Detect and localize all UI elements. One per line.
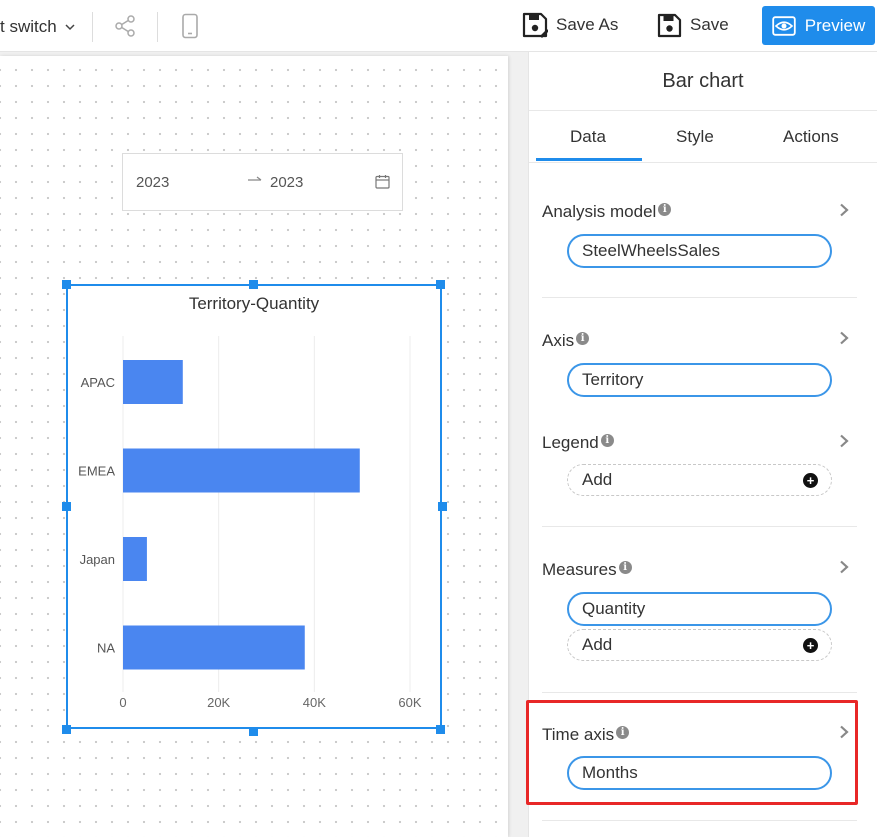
divider bbox=[529, 162, 877, 163]
divider bbox=[529, 110, 877, 111]
mobile-icon[interactable] bbox=[176, 12, 204, 40]
y-tick-label: APAC bbox=[81, 375, 115, 390]
chevron-down-icon bbox=[65, 24, 75, 31]
measures-field[interactable]: Quantity bbox=[567, 592, 832, 626]
legend-add-field[interactable]: Add + bbox=[567, 464, 832, 496]
chevron-right-icon[interactable] bbox=[838, 725, 850, 739]
x-tick-label: 40K bbox=[303, 695, 326, 710]
preview-button[interactable]: Preview bbox=[762, 6, 875, 45]
legend-add-label: Add bbox=[582, 470, 613, 489]
save-as-button[interactable]: Save As bbox=[522, 6, 618, 44]
save-as-icon bbox=[522, 12, 548, 38]
chevron-right-icon[interactable] bbox=[838, 560, 850, 574]
switch-label: t switch bbox=[0, 17, 57, 36]
analysis-model-label-text: Analysis model bbox=[542, 202, 657, 221]
switch-dropdown[interactable]: t switch bbox=[0, 14, 77, 40]
bar bbox=[123, 625, 305, 670]
toolbar-divider bbox=[92, 12, 93, 42]
toolbar-divider bbox=[157, 12, 158, 42]
time-axis-field[interactable]: Months bbox=[567, 756, 832, 790]
measures-add-label: Add bbox=[582, 635, 613, 654]
resize-handle-ne[interactable] bbox=[436, 280, 445, 289]
resize-handle-e[interactable] bbox=[438, 502, 447, 511]
resize-handle-s[interactable] bbox=[249, 727, 258, 736]
bar-chart-widget[interactable]: Territory-Quantity 0 20K 40K 60K APAC EMEA Jap… bbox=[66, 284, 442, 729]
y-tick-label: EMEA bbox=[78, 464, 115, 479]
date-range-picker[interactable]: 2023 2023 bbox=[122, 153, 403, 211]
divider bbox=[542, 526, 857, 527]
info-icon[interactable]: i bbox=[658, 202, 672, 216]
divider bbox=[542, 297, 857, 298]
x-tick-label: 0 bbox=[119, 695, 126, 710]
legend-label-text: Legend bbox=[542, 433, 599, 452]
tab-data[interactable]: Data bbox=[570, 127, 606, 147]
info-icon[interactable]: i bbox=[576, 331, 590, 345]
save-button[interactable]: Save bbox=[657, 6, 729, 44]
divider bbox=[542, 820, 857, 821]
eye-icon bbox=[772, 15, 796, 36]
active-tab-indicator bbox=[536, 158, 642, 161]
x-tick-label: 60K bbox=[398, 695, 421, 710]
chevron-right-icon[interactable] bbox=[838, 203, 850, 217]
info-icon[interactable]: i bbox=[616, 725, 630, 739]
divider bbox=[542, 692, 857, 693]
axis-label: Axis i bbox=[542, 331, 590, 351]
share-icon[interactable] bbox=[111, 12, 139, 40]
save-label: Save bbox=[690, 15, 729, 34]
plus-circle-icon: + bbox=[803, 638, 818, 653]
tab-style[interactable]: Style bbox=[676, 127, 714, 147]
date-from: 2023 bbox=[136, 173, 170, 191]
analysis-model-label: Analysis model i bbox=[542, 202, 672, 222]
measures-label-text: Measures bbox=[542, 560, 617, 579]
calendar-icon[interactable] bbox=[375, 174, 390, 189]
info-icon[interactable]: i bbox=[618, 560, 632, 574]
bar bbox=[123, 448, 360, 493]
time-axis-label: Time axis i bbox=[542, 725, 630, 745]
plus-circle-icon: + bbox=[803, 473, 818, 488]
resize-handle-se[interactable] bbox=[436, 725, 445, 734]
toolbar: t switch Save As Save Preview bbox=[0, 0, 877, 52]
date-to: 2023 bbox=[270, 173, 304, 191]
bar bbox=[123, 537, 147, 581]
time-axis-label-text: Time axis bbox=[542, 725, 615, 744]
tab-actions[interactable]: Actions bbox=[783, 127, 839, 147]
bar-chart: 0 20K 40K 60K APAC EMEA Japan NA bbox=[78, 336, 422, 710]
chevron-right-icon[interactable] bbox=[838, 434, 850, 448]
analysis-model-field[interactable]: SteelWheelsSales bbox=[567, 234, 832, 268]
resize-handle-w[interactable] bbox=[62, 502, 71, 511]
measures-add-field[interactable]: Add + bbox=[567, 629, 832, 661]
resize-handle-nw[interactable] bbox=[62, 280, 71, 289]
resize-handle-sw[interactable] bbox=[62, 725, 71, 734]
bar bbox=[123, 360, 183, 404]
properties-panel: Bar chart Data Style Actions Analysis mo… bbox=[526, 52, 877, 837]
chevron-right-icon[interactable] bbox=[838, 331, 850, 345]
axis-field[interactable]: Territory bbox=[567, 363, 832, 397]
axis-label-text: Axis bbox=[542, 331, 575, 350]
resize-handle-n[interactable] bbox=[249, 280, 258, 289]
y-tick-label: NA bbox=[97, 641, 115, 656]
panel-title: Bar chart bbox=[662, 70, 744, 92]
measures-label: Measures i bbox=[542, 560, 632, 580]
arrow-right-icon bbox=[248, 176, 262, 181]
y-tick-label: Japan bbox=[80, 552, 115, 567]
info-icon[interactable]: i bbox=[600, 433, 614, 447]
save-icon bbox=[657, 13, 682, 37]
preview-label: Preview bbox=[804, 15, 866, 35]
save-as-label: Save As bbox=[556, 15, 619, 34]
x-tick-label: 20K bbox=[207, 695, 230, 710]
legend-label: Legend i bbox=[542, 433, 614, 453]
